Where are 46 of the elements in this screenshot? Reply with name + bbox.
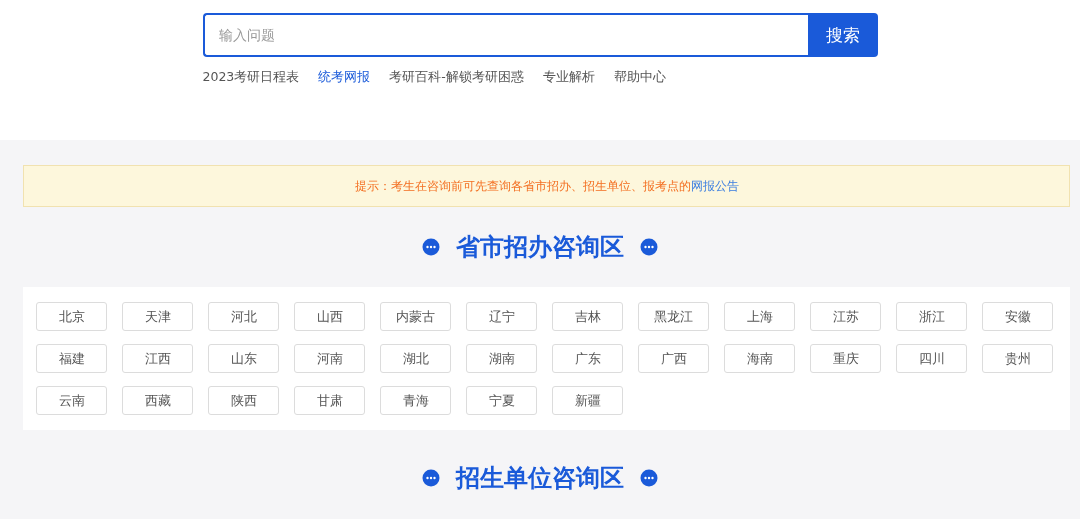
region-button[interactable]: 海南 (724, 344, 795, 373)
quick-link[interactable]: 考研百科-解锁考研困惑 (389, 69, 524, 86)
quick-link[interactable]: 专业解析 (542, 69, 595, 86)
region-button[interactable]: 辽宁 (466, 302, 537, 331)
region-button[interactable]: 安徽 (982, 302, 1053, 331)
search-button[interactable]: 搜索 (807, 13, 878, 57)
chat-bubble-icon (422, 238, 440, 256)
section-title: 招生单位咨询区 (456, 462, 624, 494)
region-button[interactable]: 吉林 (552, 302, 623, 331)
region-button[interactable]: 北京 (36, 302, 107, 331)
region-button[interactable]: 上海 (724, 302, 795, 331)
quick-link[interactable]: 帮助中心 (613, 69, 666, 86)
region-button[interactable]: 重庆 (810, 344, 881, 373)
region-button[interactable]: 广西 (638, 344, 709, 373)
region-button[interactable]: 甘肃 (294, 386, 365, 415)
region-button[interactable]: 陕西 (208, 386, 279, 415)
region-button[interactable]: 宁夏 (466, 386, 537, 415)
region-button[interactable]: 青海 (380, 386, 451, 415)
notice-text: 提示：考生在咨询前可先查询各省市招办、招生单位、报考点的 (354, 177, 691, 195)
region-button[interactable]: 河北 (208, 302, 279, 331)
region-button[interactable]: 福建 (36, 344, 107, 373)
notice-link[interactable]: 网报公告 (690, 177, 739, 195)
region-button[interactable]: 天津 (122, 302, 193, 331)
chat-bubble-icon (422, 468, 440, 487)
region-button[interactable]: 广东 (552, 344, 623, 373)
region-button[interactable]: 西藏 (122, 386, 193, 415)
region-button[interactable]: 河南 (294, 344, 365, 373)
region-button[interactable]: 江苏 (810, 302, 881, 331)
region-button[interactable]: 湖北 (380, 344, 451, 373)
region-button[interactable]: 四川 (896, 344, 967, 373)
region-button[interactable]: 黑龙江 (638, 302, 709, 331)
region-button[interactable]: 山东 (208, 344, 279, 373)
chat-bubble-icon (640, 468, 658, 487)
region-button[interactable]: 江西 (122, 344, 193, 373)
section-title: 省市招办咨询区 (456, 232, 624, 263)
region-button[interactable]: 浙江 (896, 302, 967, 331)
region-button[interactable]: 贵州 (982, 344, 1053, 373)
region-button[interactable]: 山西 (294, 302, 365, 331)
region-button[interactable]: 新疆 (552, 386, 623, 415)
chat-bubble-icon (640, 238, 658, 256)
quick-link[interactable]: 统考网报 (318, 69, 371, 86)
quick-link[interactable]: 2023考研日程表 (202, 69, 300, 86)
region-button[interactable]: 内蒙古 (380, 302, 451, 331)
region-button[interactable]: 湖南 (466, 344, 537, 373)
search-field[interactable]: 输入问题 (202, 13, 808, 57)
region-button[interactable]: 云南 (36, 386, 107, 415)
